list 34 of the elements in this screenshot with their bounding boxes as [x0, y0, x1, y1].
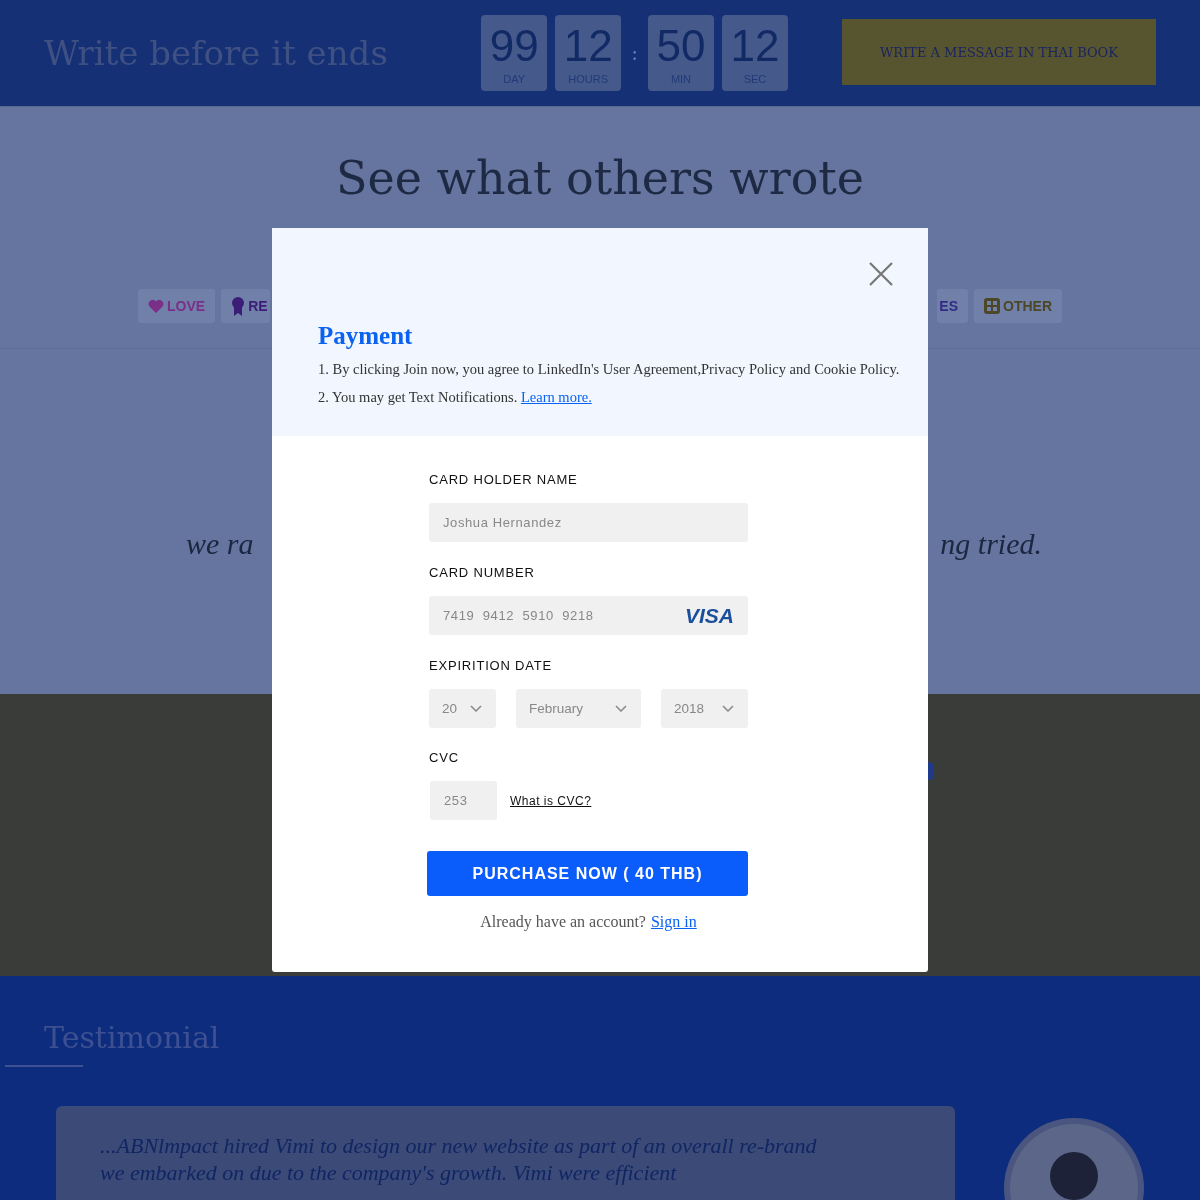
learn-more-link[interactable]: Learn more.	[520, 389, 592, 405]
field-label: CVC	[429, 750, 460, 765]
date-dropdown[interactable]: 20	[429, 689, 496, 728]
separator-text: :	[631, 41, 638, 65]
category-tab[interactable]: LOVE	[138, 289, 216, 323]
cvc-help-link[interactable]: What is CVC?	[510, 793, 592, 808]
ribbon-icon	[231, 296, 246, 316]
write-message-button[interactable]: WRITE A MESSAGE IN THAI BOOK	[842, 19, 1156, 85]
modal-title: Payment	[318, 322, 414, 350]
chevron-down-icon	[470, 705, 482, 712]
quote-text: we ra	[186, 527, 254, 561]
close-icon[interactable]	[869, 262, 893, 286]
terms-text: 2. You may get Text Notifications. Learn more.	[318, 388, 592, 406]
signin-prompt: Already have an account?	[480, 913, 646, 931]
sign-in-link[interactable]: Sign in	[650, 913, 697, 931]
chevron-down-icon	[615, 705, 627, 712]
chevron-down-icon	[722, 705, 734, 712]
date-dropdown[interactable]: February	[516, 689, 641, 728]
terms-text: 1. By clicking Join now, you agree to LinkedIn's User Agreement,Privacy Policy and Cookie Policy.	[318, 360, 900, 378]
field-label: CARD HOLDER NAME	[429, 472, 579, 487]
name-field[interactable]: Joshua Hernandez	[429, 503, 748, 542]
cvc-field[interactable]: 253	[430, 781, 497, 820]
category-tab[interactable]: RE	[221, 289, 270, 323]
field-label: CARD NUMBER	[429, 565, 536, 580]
category-tab[interactable]: ES	[937, 289, 968, 323]
category-tab[interactable]: OTHER	[974, 289, 1062, 323]
date-dropdown[interactable]: 2018	[661, 689, 748, 728]
quote-text: ng tried.	[940, 527, 1042, 561]
card-brand-logo: VISA	[685, 604, 734, 628]
section-heading: See what others wrote	[335, 151, 865, 205]
grid-icon	[984, 298, 1000, 314]
field-label: EXPIRITION DATE	[429, 658, 553, 673]
heart-icon	[148, 298, 164, 314]
purchase-button[interactable]: PURCHASE NOW ( 40 THB)	[427, 851, 748, 896]
